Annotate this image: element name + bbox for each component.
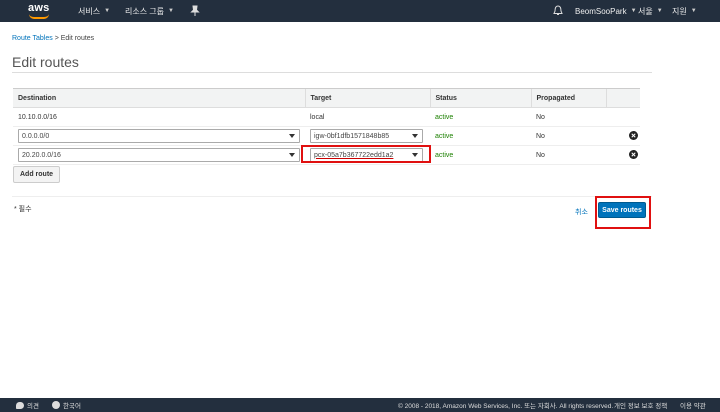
caret-down-icon [289, 134, 295, 138]
breadcrumb-route-tables-link[interactable]: Route Tables [12, 35, 53, 42]
aws-smile-icon [29, 14, 49, 19]
caret-down-icon [412, 134, 418, 138]
page-title: Edit routes [12, 54, 79, 70]
breadcrumb-current: > Edit routes [54, 35, 95, 42]
chevron-down-icon: ▼ [630, 8, 637, 14]
table-row: 0.0.0.0/0 igw-0bf1dfb1571848b85 active N… [13, 126, 640, 146]
chevron-down-icon: ▼ [168, 8, 174, 14]
services-menu[interactable]: 서비스 ▼ [78, 0, 110, 22]
remove-header [605, 88, 640, 108]
language-label: 한국어 [63, 403, 81, 410]
target-select[interactable]: igw-0bf1dfb1571848b85 [310, 129, 423, 143]
feedback-link[interactable]: 의견 [16, 398, 39, 412]
status-cell: active [430, 145, 531, 165]
feedback-label: 의견 [27, 403, 39, 410]
support-label: 지원 [672, 6, 687, 16]
propagated-cell: No [531, 107, 606, 127]
destination-cell: 0.0.0.0/0 [13, 126, 305, 146]
propagated-cell: No [531, 145, 606, 165]
caret-down-icon [289, 153, 295, 157]
language-selector[interactable]: 한국어 [52, 398, 81, 412]
target-cell: local [305, 107, 430, 127]
top-navigation-bar: aws 서비스 ▼ 리소스 그룹 ▼ BeomSooPark ▼ 서울 ▼ 지원… [0, 0, 720, 22]
remove-cell [606, 145, 640, 165]
copyright: © 2008 - 2018, Amazon Web Services, Inc.… [398, 403, 614, 410]
remove-route-icon[interactable] [629, 130, 638, 140]
required-note: * 필수 [14, 206, 32, 213]
status-cell: active [430, 107, 531, 127]
propagated-header: Propagated [530, 88, 606, 108]
propagated-cell: No [531, 126, 606, 146]
remove-route-icon[interactable] [629, 149, 638, 159]
aws-logo-text: aws [28, 2, 50, 14]
region-label: 서울 [638, 6, 653, 16]
account-menu[interactable]: BeomSooPark ▼ [575, 0, 637, 22]
target-header: Target [304, 88, 430, 108]
destination-select[interactable]: 20.20.0.0/16 [18, 148, 300, 162]
remove-cell [606, 126, 640, 146]
destination-value: 0.0.0.0/0 [22, 132, 50, 140]
speech-bubble-icon [16, 401, 24, 409]
status-cell: active [430, 126, 531, 146]
status-header: Status [429, 88, 531, 108]
save-highlight-box [595, 196, 651, 229]
resource-groups-label: 리소스 그룹 [125, 6, 165, 16]
add-route-button[interactable]: Add route [13, 166, 61, 183]
footer: 의견 한국어 © 2008 - 2018, Amazon Web Service… [0, 398, 720, 412]
target-cell: igw-0bf1dfb1571848b85 [305, 126, 430, 146]
region-menu[interactable]: 서울 ▼ [638, 0, 663, 22]
table-row: 10.10.0.0/16 local active No [13, 107, 640, 127]
destination-cell: 20.20.0.0/16 [13, 145, 305, 165]
resource-groups-menu[interactable]: 리소스 그룹 ▼ [125, 0, 174, 22]
chevron-down-icon: ▼ [656, 8, 663, 14]
account-name: BeomSooPark [575, 6, 627, 16]
aws-logo[interactable]: aws [28, 2, 54, 20]
terms-link[interactable]: 이용 약관 [680, 398, 706, 412]
table-header-row: Destination Target Status Propagated [13, 88, 640, 108]
chevron-down-icon: ▼ [690, 8, 697, 14]
destination-select[interactable]: 0.0.0.0/0 [18, 129, 300, 143]
breadcrumb: Route Tables > Edit routes [12, 35, 94, 42]
remove-cell [606, 107, 640, 127]
pin-icon[interactable] [190, 5, 200, 17]
cancel-link[interactable]: 취소 [575, 207, 588, 217]
bell-icon[interactable] [553, 5, 563, 17]
globe-icon [52, 401, 60, 409]
form-divider [12, 196, 652, 197]
title-divider [12, 72, 652, 73]
services-label: 서비스 [78, 6, 101, 16]
target-value: igw-0bf1dfb1571848b85 [314, 132, 390, 140]
destination-cell: 10.10.0.0/16 [13, 107, 305, 127]
chevron-down-icon: ▼ [104, 8, 111, 14]
destination-header: Destination [13, 88, 305, 108]
support-menu[interactable]: 지원 ▼ [672, 0, 697, 22]
privacy-link[interactable]: 개인 정보 보호 정책 [614, 398, 667, 412]
target-highlight-box [301, 145, 431, 163]
destination-value: 20.20.0.0/16 [22, 151, 61, 159]
